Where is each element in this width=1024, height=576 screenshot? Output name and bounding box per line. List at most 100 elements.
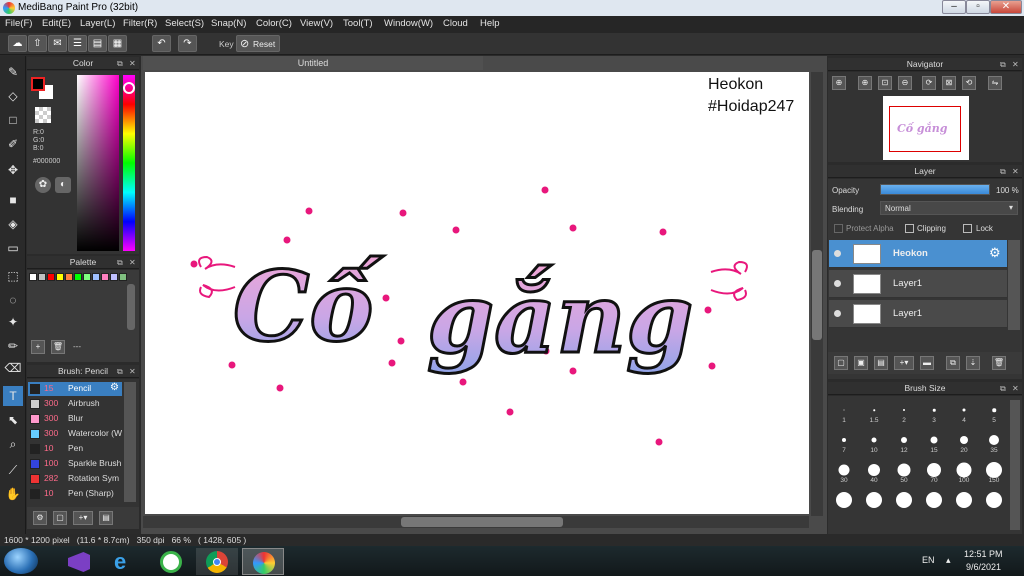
chat-icon[interactable]: ☰ (68, 35, 87, 52)
layer-scrollbar[interactable] (1008, 240, 1020, 330)
flip-icon[interactable]: ⇋ (988, 76, 1002, 90)
palette-swatch[interactable] (56, 273, 64, 281)
brush-settings-gear-icon[interactable]: ⚙ (110, 382, 119, 393)
undock-icon[interactable]: ⧉ (117, 57, 123, 70)
close-panel-icon[interactable]: ✕ (1012, 165, 1019, 178)
brush-item[interactable]: 100 Sparkle Brush (28, 457, 122, 471)
brush-settings-icon[interactable]: ⚙ (33, 511, 47, 525)
magic-wand-tool-icon[interactable]: ✦ (3, 312, 23, 332)
language-indicator[interactable]: EN (922, 555, 935, 565)
upload-icon[interactable]: ⇧ (28, 35, 47, 52)
menu-snap[interactable]: Snap(N) (211, 18, 246, 29)
undock-icon[interactable]: ⧉ (1000, 382, 1006, 395)
brush-size-cell[interactable]: 3 (920, 400, 948, 424)
close-panel-icon[interactable]: ✕ (129, 256, 136, 269)
bucket-tool-icon[interactable]: ◈ (3, 214, 23, 234)
start-button[interactable] (4, 548, 38, 574)
brush-size-cell[interactable]: 5 (980, 400, 1008, 424)
select-eraser-tool-icon[interactable]: ⌫ (3, 358, 23, 378)
brush-scrollbar[interactable] (124, 382, 136, 502)
undock-icon[interactable]: ⧉ (1000, 58, 1006, 71)
protect-alpha-checkbox[interactable] (834, 224, 843, 233)
layer-row[interactable]: Layer1 (829, 270, 1007, 298)
menu-file[interactable]: File(F) (5, 18, 32, 29)
brush-size-cell[interactable]: 7 (830, 430, 858, 454)
zoom-in-2-icon[interactable]: ⊕ (858, 76, 872, 90)
close-button[interactable]: ✕ (990, 0, 1022, 14)
add-brush-dropdown-icon[interactable]: +▾ (73, 511, 93, 525)
horizontal-scroll-thumb[interactable] (401, 517, 563, 527)
palette-swatch[interactable] (110, 273, 118, 281)
transparent-color-swatch[interactable] (35, 107, 51, 123)
brush-item[interactable]: 300 Blur (28, 412, 122, 426)
menu-color[interactable]: Color(C) (256, 18, 292, 29)
palette-swatch[interactable] (29, 273, 37, 281)
brush-size-cell[interactable] (890, 490, 918, 514)
delete-palette-icon[interactable]: 🗑 (51, 340, 65, 354)
minimize-button[interactable]: – (942, 0, 966, 14)
divide-tool-icon[interactable]: ⟋ (3, 460, 23, 480)
color-set-icon[interactable]: ◐ (55, 177, 71, 193)
foreground-color-swatch[interactable] (31, 77, 45, 91)
rotate-ccw-icon[interactable]: ⟲ (962, 76, 976, 90)
brush-properties-icon[interactable]: ▤ (99, 511, 113, 525)
palette-scrollbar[interactable] (127, 284, 135, 330)
add-palette-icon[interactable]: + (31, 340, 45, 354)
brush-size-cell[interactable]: 30 (830, 460, 858, 484)
vertical-scrollbar[interactable] (811, 72, 823, 516)
menu-edit[interactable]: Edit(E) (42, 18, 71, 29)
brush-size-cell[interactable]: 50 (890, 460, 918, 484)
operation-tool-icon[interactable]: ⬉ (3, 410, 23, 430)
menu-view[interactable]: View(V) (300, 18, 333, 29)
pen-tool-icon[interactable]: ✐ (3, 134, 23, 154)
brush-item[interactable]: 300 Watercolor (W (28, 427, 122, 441)
canvas-paper[interactable]: Heokon #Hoidap247 Cố gắng (145, 72, 809, 514)
close-panel-icon[interactable]: ✕ (129, 57, 136, 70)
brush-size-cell[interactable]: 2 (890, 400, 918, 424)
undock-icon[interactable]: ⧉ (117, 365, 123, 378)
dot-tool-icon[interactable]: □ (3, 110, 23, 130)
text-tool-icon[interactable]: T (3, 386, 23, 406)
merge-layer-icon[interactable]: ⇣ (966, 356, 980, 370)
menu-cloud[interactable]: Cloud (443, 18, 468, 29)
brush-size-cell[interactable]: 1.5 (860, 400, 888, 424)
menu-layer[interactable]: Layer(L) (80, 18, 115, 29)
visibility-eye-icon[interactable] (834, 280, 841, 287)
navigator-thumbnail[interactable]: Cố gắng (883, 96, 969, 160)
brush-size-cell[interactable]: 70 (920, 460, 948, 484)
brush-size-cell[interactable]: 20 (950, 430, 978, 454)
canvas-tab[interactable]: Untitled (143, 56, 483, 70)
brush-size-cell[interactable]: 4 (950, 400, 978, 424)
undock-icon[interactable]: ⧉ (1000, 165, 1006, 178)
layer-row[interactable]: Heokon ⚙ (829, 240, 1007, 268)
saturation-value-square[interactable] (77, 75, 119, 251)
close-panel-icon[interactable]: ✕ (1012, 58, 1019, 71)
chrome-taskbar-app[interactable] (196, 548, 238, 575)
reset-button[interactable]: ⊘ Reset (236, 35, 280, 52)
palette-swatch[interactable] (47, 273, 55, 281)
lock-checkbox[interactable] (963, 224, 972, 233)
menu-select[interactable]: Select(S) (165, 18, 204, 29)
brush-size-cell[interactable]: 1 (830, 400, 858, 424)
brush-size-cell[interactable] (860, 490, 888, 514)
menu-help[interactable]: Help (480, 18, 500, 29)
clipping-checkbox[interactable] (905, 224, 914, 233)
brush-size-cell[interactable]: 12 (890, 430, 918, 454)
color-wheel-icon[interactable]: ✿ (35, 177, 51, 193)
maximize-button[interactable]: ▫ (966, 0, 990, 14)
clock-time[interactable]: 12:51 PM (964, 549, 1003, 559)
undo-icon[interactable]: ↶ (152, 35, 171, 52)
brush-item[interactable]: 10 Pen (28, 442, 122, 456)
zoom-out-icon[interactable]: ⊖ (898, 76, 912, 90)
horizontal-scrollbar[interactable] (143, 516, 809, 528)
palette-swatch[interactable] (38, 273, 46, 281)
blending-select[interactable]: Normal ▾ (880, 201, 1018, 215)
hue-slider[interactable] (123, 75, 135, 251)
hue-handle[interactable] (123, 82, 135, 94)
add-layer-icon[interactable]: ▢ (834, 356, 848, 370)
layer-row[interactable]: Layer1 (829, 300, 1007, 328)
brush-size-cell[interactable] (980, 490, 1008, 514)
add-halftone-layer-icon[interactable]: ▣ (854, 356, 868, 370)
tray-chevron-icon[interactable]: ▴ (946, 555, 951, 566)
new-brush-icon[interactable]: ▢ (53, 511, 67, 525)
